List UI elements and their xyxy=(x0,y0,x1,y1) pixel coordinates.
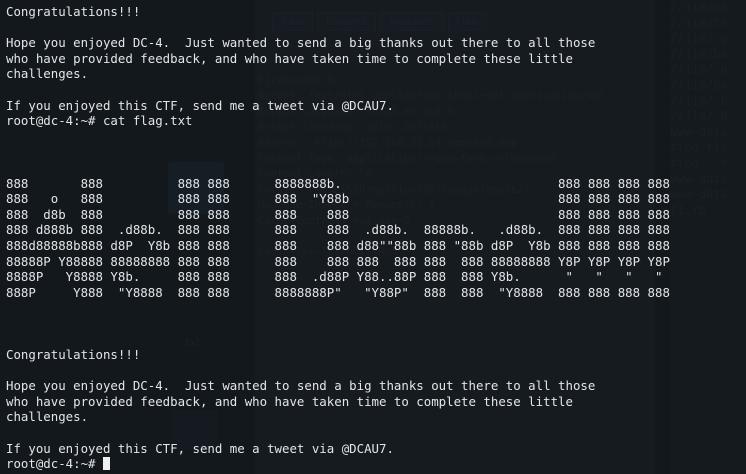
terminal-line: who have provided feedback, and who have… xyxy=(6,50,573,66)
text-cursor xyxy=(102,457,110,471)
terminal-line: 8888P Y8888 Y8b. 888 888 888 .d88P Y88..… xyxy=(6,269,663,285)
terminal-line: 888 d8b 888 888 888 888 888 888 888 888 … xyxy=(6,206,670,222)
terminal-line: challenges. xyxy=(6,66,89,82)
terminal-line: 888 888 888 888 8888888b. 888 888 888 88… xyxy=(6,175,670,191)
terminal-line: 88888P Y88888 88888888 888 888 888 888 8… xyxy=(6,253,670,269)
terminal-line: root@dc-4:~# cat flag.txt xyxy=(6,113,193,129)
terminal-line: challenges. xyxy=(6,409,89,425)
terminal-line: Congratulations!!! xyxy=(6,4,141,19)
terminal-window[interactable]: Congratulations!!! Hope you enjoyed DC-4.… xyxy=(0,0,746,474)
terminal-output: Congratulations!!! Hope you enjoyed DC-4.… xyxy=(6,4,670,472)
terminal-line: Hope you enjoyed DC-4. Just wanted to se… xyxy=(6,378,596,394)
terminal-line: who have provided feedback, and who have… xyxy=(6,393,573,409)
terminal-line: If you enjoyed this CTF, send me a tweet… xyxy=(6,440,394,456)
terminal-line: 888P Y888 "Y8888 888 888 8888888P" "Y88P… xyxy=(6,284,670,300)
terminal-line: Hope you enjoyed DC-4. Just wanted to se… xyxy=(6,35,596,51)
shell-prompt: root@dc-4:~# xyxy=(6,456,103,472)
terminal-line: 888 o 888 888 888 888 "Y88b 888 888 888 … xyxy=(6,191,670,207)
prompt-line[interactable]: root@dc-4:~# xyxy=(6,456,670,472)
terminal-line: Congratulations!!! xyxy=(6,347,141,363)
terminal-line: 888 d888b 888 .d88b. 888 888 888 888 .d8… xyxy=(6,222,670,238)
terminal-line: If you enjoyed this CTF, send me a tweet… xyxy=(6,97,394,113)
terminal-lines: Congratulations!!! Hope you enjoyed DC-4.… xyxy=(6,4,670,456)
terminal-line: 888d88888b888 d8P Y8b 888 888 888 888 d8… xyxy=(6,237,670,253)
